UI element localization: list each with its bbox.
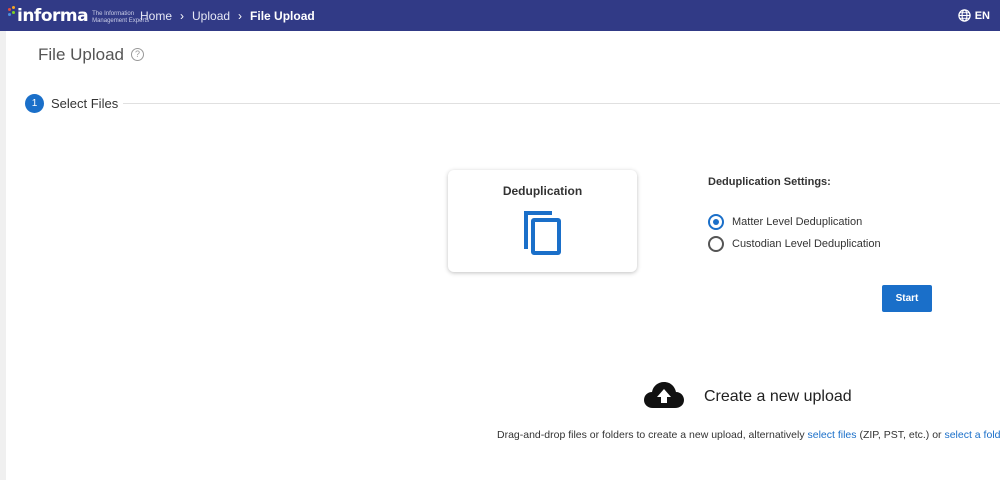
breadcrumb-upload[interactable]: Upload (192, 9, 230, 23)
logo-wordmark: informa (17, 6, 89, 26)
page-title: File Upload (38, 45, 124, 64)
cloud-upload-icon[interactable] (644, 381, 684, 409)
step-number-badge: 1 (25, 94, 44, 113)
breadcrumb: Home › Upload › File Upload (140, 0, 315, 31)
radio-label: Custodian Level Deduplication (732, 238, 881, 250)
help-icon[interactable]: ? (131, 48, 144, 61)
language-label: EN (974, 9, 990, 22)
radio-button-unchecked[interactable] (708, 236, 724, 252)
create-upload-title: Create a new upload (704, 388, 852, 405)
chevron-right-icon: › (180, 8, 185, 23)
stepper-step-select-files: 1 Select Files (25, 94, 118, 113)
drop-text-part: (ZIP, PST, etc.) or (856, 429, 945, 441)
language-selector[interactable]: EN (957, 0, 990, 31)
breadcrumb-current: File Upload (250, 8, 315, 23)
radio-button-checked[interactable] (708, 214, 724, 230)
deduplication-settings-title: Deduplication Settings: (708, 176, 831, 188)
chevron-right-icon: › (238, 8, 243, 23)
radio-label: Matter Level Deduplication (732, 216, 863, 228)
start-button[interactable]: Start (882, 285, 932, 312)
drop-text-part: Drag-and-drop files or folders to create… (497, 429, 808, 441)
stepper-divider (123, 103, 1000, 104)
select-files-link[interactable]: select files (808, 429, 857, 441)
logo-dots-icon (8, 6, 16, 26)
deduplication-card-title: Deduplication (502, 184, 583, 198)
top-navigation-bar: informa The Information Management Exper… (0, 0, 1000, 31)
copy-icon (524, 211, 561, 255)
informa-logo[interactable]: informa The Information Management Exper… (8, 5, 150, 27)
drag-drop-instructions: Drag-and-drop files or folders to create… (497, 429, 1000, 441)
radio-custodian-level[interactable]: Custodian Level Deduplication (708, 236, 881, 252)
step-label: Select Files (51, 96, 119, 111)
globe-icon (957, 9, 971, 22)
radio-matter-level[interactable]: Matter Level Deduplication (708, 214, 862, 230)
select-folder-link[interactable]: select a folder (944, 429, 1000, 441)
left-edge-divider (0, 31, 6, 480)
breadcrumb-home[interactable]: Home (140, 9, 172, 23)
